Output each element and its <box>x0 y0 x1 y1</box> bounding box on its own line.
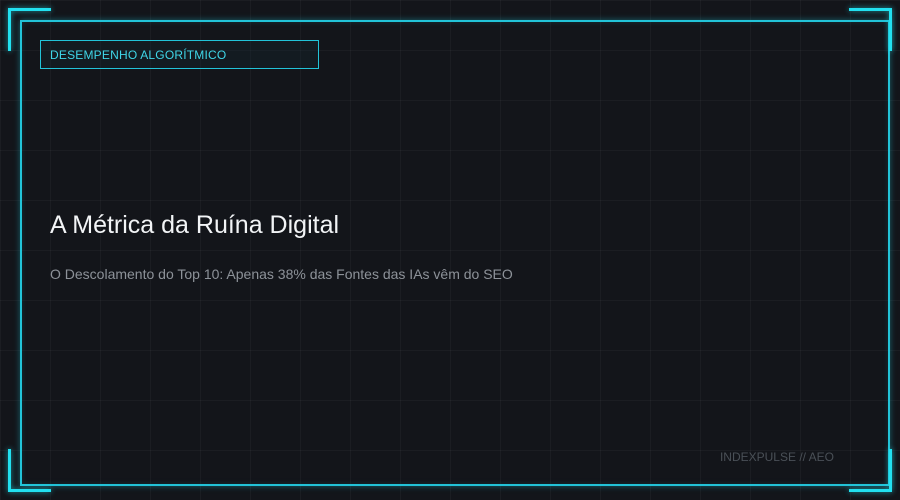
corner-bracket-top-right <box>849 8 892 51</box>
brand-watermark: INDEXPULSE // AEO <box>719 450 834 464</box>
neon-frame <box>20 20 890 486</box>
corner-bracket-bottom-right <box>849 449 892 492</box>
corner-bracket-bottom-left <box>8 449 51 492</box>
slide-canvas: DESEMPENHO ALGORÍTMICO A Métrica da Ruín… <box>0 0 900 500</box>
category-tag: DESEMPENHO ALGORÍTMICO <box>40 40 319 69</box>
page-title: A Métrica da Ruína Digital <box>50 211 340 239</box>
page-subtitle: O Descolamento do Top 10: Apenas 38% das… <box>50 266 513 282</box>
